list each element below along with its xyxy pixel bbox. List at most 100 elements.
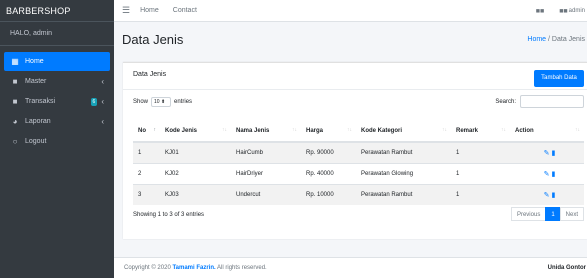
table-cell: HairDriyer	[231, 162, 301, 184]
table-cell: 1	[451, 183, 510, 205]
top-navbar: ☰ Home Contact ■■ ■■ admin	[114, 0, 587, 22]
table-cell: HairCumb	[231, 141, 301, 163]
edit-icon[interactable]: ✎	[544, 150, 550, 157]
trash-icon[interactable]: ▮	[551, 171, 555, 178]
action-cell: ✎ ▮	[510, 162, 584, 184]
table-cell: Rp. 40000	[301, 162, 356, 184]
search-input[interactable]	[520, 95, 584, 108]
user-greeting[interactable]: HALO, admin	[0, 22, 114, 46]
sidebar-item-laporan[interactable]: ◕ Laporan ‹	[4, 112, 110, 131]
table-cell: 1	[451, 141, 510, 163]
trash-icon[interactable]: ▮	[551, 192, 555, 199]
edit-icon[interactable]: ✎	[544, 192, 550, 199]
sidebar-item-label: Laporan	[25, 118, 51, 125]
pagination: Previous 1 Next	[510, 207, 584, 221]
pagination-next[interactable]: Next	[559, 207, 584, 221]
sidebar-item-master[interactable]: ■ Master ‹	[4, 72, 110, 91]
nav-link-home[interactable]: Home	[140, 7, 159, 14]
action-cell: ✎ ▮	[510, 141, 584, 163]
card-header: Data Jenis Tambah Data	[123, 63, 587, 90]
pagination-page-1[interactable]: 1	[545, 207, 561, 221]
table-cell: Perawatan Glowing	[356, 162, 451, 184]
action-cell: ✎ ▮	[510, 183, 584, 205]
table-info: Showing 1 to 3 of 3 entries	[133, 212, 205, 218]
breadcrumb-current: Data Jenis	[551, 36, 585, 43]
entries-select[interactable]: 10 ⬍	[151, 97, 172, 107]
sort-icon: ↑↓	[501, 127, 506, 133]
book-icon: ■	[12, 77, 18, 86]
column-header-action[interactable]: Action ↑↓	[510, 120, 584, 143]
table-row: 3 KJ03 Undercut Rp. 10000 Perawatan Ramb…	[133, 183, 584, 205]
footer-copyright-suffix: All rights reserved.	[215, 265, 267, 271]
table-header-row: No ↑ Kode Jenis ↑↓ Nama Jenis ↑↓ Harga ↑↓ Ko…	[133, 120, 584, 143]
table-row: 1 KJ01 HairCumb Rp. 90000 Perawatan Ramb…	[133, 141, 584, 163]
nav-link-contact[interactable]: Contact	[173, 7, 197, 14]
footer-author-link[interactable]: Tamami Fazrin.	[172, 265, 215, 271]
sort-icon: ↑↓	[575, 127, 580, 133]
table-cell: 1	[133, 141, 160, 163]
column-header-kode-jenis[interactable]: Kode Jenis ↑↓	[160, 120, 231, 143]
trash-icon[interactable]: ▮	[551, 150, 555, 157]
pie-chart-icon: ◕	[12, 117, 18, 126]
sidebar-item-home[interactable]: ▦ Home	[4, 52, 110, 71]
add-data-button[interactable]: Tambah Data	[534, 70, 584, 87]
table-row: 2 KJ02 HairDriyer Rp. 40000 Perawatan Gl…	[133, 162, 584, 184]
table-cell: KJ02	[160, 162, 231, 184]
admin-label[interactable]: admin	[569, 8, 585, 14]
chevron-left-icon: ‹	[101, 77, 104, 86]
breadcrumb-home[interactable]: Home	[527, 36, 546, 43]
book-icon: ■	[12, 97, 18, 106]
sort-icon: ↑↓	[292, 127, 297, 133]
footer: Copyright © 2020 Tamami Fazrin. All righ…	[114, 257, 587, 278]
column-header-remark[interactable]: Remark ↑↓	[451, 120, 510, 143]
select-arrow-icon: ⬍	[160, 99, 166, 105]
brand-logo[interactable]: BARBERSHOP	[0, 0, 114, 22]
dashboard-icon: ▦	[11, 57, 19, 66]
column-header-harga[interactable]: Harga ↑↓	[301, 120, 356, 143]
column-header-no[interactable]: No ↑	[133, 120, 160, 143]
breadcrumb: Home / Data Jenis	[527, 36, 585, 43]
search-control: Search:	[495, 95, 584, 108]
chevron-left-icon: ‹	[101, 117, 104, 126]
notification-badge: 6	[90, 97, 98, 106]
grid-icon[interactable]: ■■	[536, 8, 544, 15]
column-header-kode-kategori[interactable]: Kode Kategori ↑↓	[356, 120, 451, 143]
content-header: Data Jenis Home / Data Jenis	[114, 22, 587, 56]
user-menu-icon[interactable]: ■■	[559, 8, 567, 15]
pagination-previous[interactable]: Previous	[510, 207, 547, 221]
sort-icon: ↑↓	[347, 127, 352, 133]
sidebar-item-label: Master	[25, 78, 47, 85]
table-cell: Rp. 10000	[301, 183, 356, 205]
table-cell: Perawatan Rambut	[356, 141, 451, 163]
sort-icon: ↑↓	[222, 127, 227, 133]
table-cell: Rp. 90000	[301, 141, 356, 163]
sort-icon: ↑↓	[442, 127, 447, 133]
sidebar-nav: ▦ Home ■ Master ‹ ■ Transaksi 6 ‹ ◕ Lapo…	[0, 46, 114, 151]
edit-icon[interactable]: ✎	[544, 171, 550, 178]
hamburger-menu-icon[interactable]: ☰	[122, 5, 130, 16]
table-controls: Show 10 ⬍ entries Search:	[123, 90, 587, 112]
entries-value: 10	[154, 99, 160, 105]
column-header-nama-jenis[interactable]: Nama Jenis ↑↓	[231, 120, 301, 143]
entries-label: entries	[174, 99, 193, 105]
entries-length-control: Show 10 ⬍ entries	[133, 97, 192, 107]
topbar-right: ■■ ■■ admin	[522, 0, 585, 22]
sidebar-item-transaksi[interactable]: ■ Transaksi 6 ‹	[4, 92, 110, 111]
sort-icon: ↑	[153, 127, 157, 133]
data-card: Data Jenis Tambah Data Show 10 ⬍ entries…	[123, 62, 587, 239]
table-cell: Undercut	[231, 183, 301, 205]
sidebar-item-label: Home	[25, 58, 44, 65]
card-title: Data Jenis	[133, 71, 167, 78]
sidebar-item-label: Logout	[25, 138, 47, 145]
table-cell: 3	[133, 183, 160, 205]
sidebar-item-logout[interactable]: ○ Logout	[4, 132, 110, 151]
page-title: Data Jenis	[122, 32, 184, 47]
sidebar: BARBERSHOP HALO, admin ▦ Home ■ Master ‹…	[0, 0, 114, 278]
footer-copyright-prefix: Copyright © 2020	[124, 265, 173, 271]
footer-right-text: Unida Gontor	[547, 265, 586, 271]
search-label: Search:	[495, 98, 516, 105]
table-cell: Perawatan Rambut	[356, 183, 451, 205]
circle-icon: ○	[12, 137, 18, 146]
table-cell: 2	[133, 162, 160, 184]
sidebar-item-label: Transaksi	[25, 98, 56, 105]
